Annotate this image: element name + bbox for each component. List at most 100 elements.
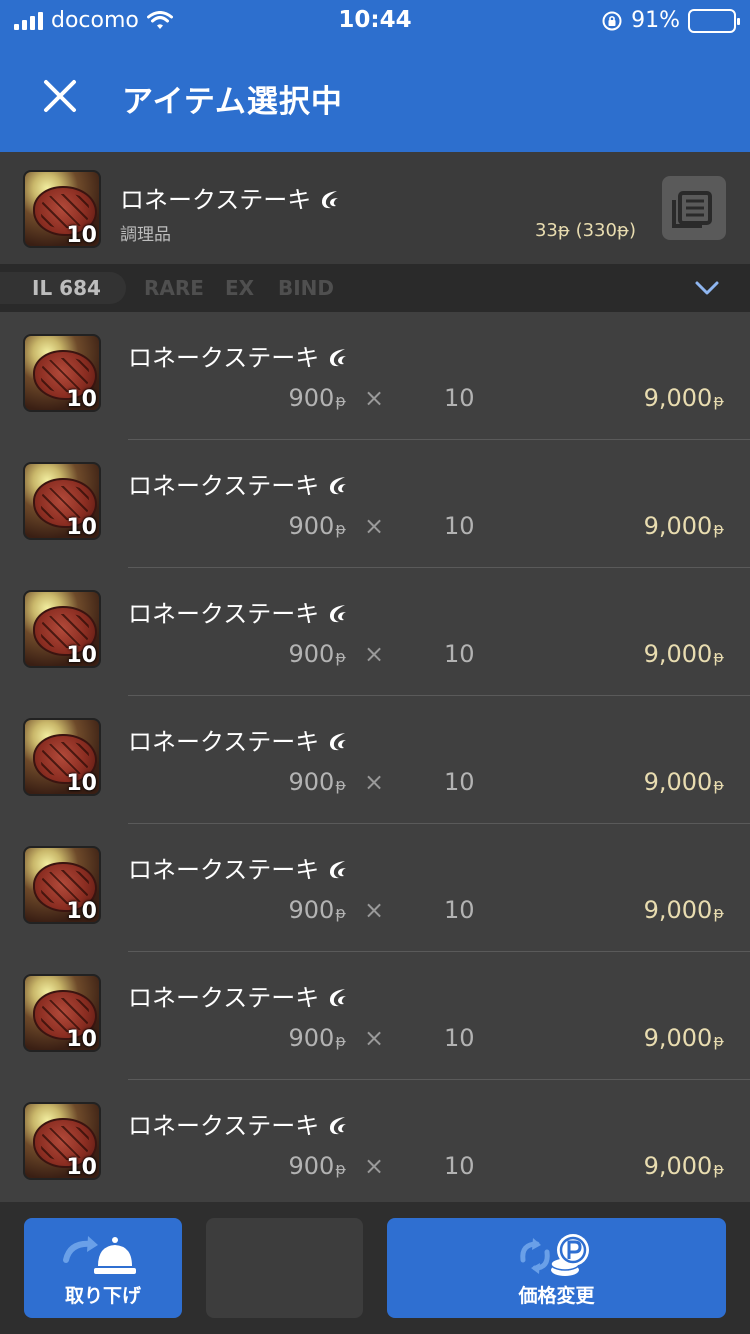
item-thumbnail: 10 bbox=[23, 1102, 101, 1180]
listing-item-name-text: ロネークステーキ bbox=[128, 856, 320, 884]
selected-item-name: ロネークステーキ bbox=[120, 180, 341, 215]
unit-price-value: 900 bbox=[288, 512, 335, 540]
total-price-value: 9,000 bbox=[643, 1024, 713, 1052]
listing-quantity: 10 bbox=[444, 1152, 475, 1180]
total-price-value: 9,000 bbox=[643, 640, 713, 668]
listing-item-name-text: ロネークステーキ bbox=[128, 984, 320, 1012]
hq-icon bbox=[330, 349, 347, 367]
gil-symbol: ᵽ bbox=[335, 647, 346, 666]
unit-price-value: 900 bbox=[288, 640, 335, 668]
selected-item-name-text: ロネークステーキ bbox=[120, 186, 312, 214]
listing-quantity: 10 bbox=[444, 896, 475, 924]
hq-icon bbox=[330, 861, 347, 879]
listing-item-name: ロネークステーキ bbox=[128, 850, 349, 885]
listing-item-name-text: ロネークステーキ bbox=[128, 344, 320, 372]
listing-item-name-text: ロネークステーキ bbox=[128, 472, 320, 500]
listing-item-name: ロネークステーキ bbox=[128, 338, 349, 373]
gil-symbol: ᵽ bbox=[335, 903, 346, 922]
withdraw-button[interactable]: 取り下げ bbox=[24, 1218, 182, 1318]
unit-price: 900ᵽ bbox=[289, 896, 346, 924]
unit-price: 900ᵽ bbox=[289, 1152, 346, 1180]
item-thumbnail: 10 bbox=[23, 590, 101, 668]
listing-list[interactable]: 10 ロネークステーキ 900ᵽ × 10 9,000ᵽ 10 ロネークステーキ 900ᵽ × 10… bbox=[0, 312, 750, 1202]
unit-price-value: 900 bbox=[288, 1152, 335, 1180]
multiply-icon: × bbox=[364, 512, 385, 540]
listing-item-name: ロネークステーキ bbox=[128, 978, 349, 1013]
total-price: 9,000ᵽ bbox=[644, 1024, 724, 1052]
unit-price: 900ᵽ bbox=[289, 384, 346, 412]
item-stack-count: 10 bbox=[66, 223, 97, 248]
item-thumbnail: 10 bbox=[23, 718, 101, 796]
item-thumbnail: 10 bbox=[23, 462, 101, 540]
gil-symbol: ᵽ bbox=[713, 1159, 724, 1178]
gil-symbol: ᵽ bbox=[713, 903, 724, 922]
gil-symbol: ᵽ bbox=[335, 519, 346, 538]
multiply-icon: × bbox=[364, 1024, 385, 1052]
item-stack-count: 10 bbox=[66, 899, 97, 924]
item-attribute-strip: IL 684 RARE EX BIND bbox=[0, 264, 750, 312]
listing-row[interactable]: 10 ロネークステーキ 900ᵽ × 10 9,000ᵽ bbox=[0, 952, 750, 1080]
total-price: 9,000ᵽ bbox=[644, 768, 724, 796]
listing-item-name: ロネークステーキ bbox=[128, 1106, 349, 1141]
app-header: docomo 10:44 91% アイテム選択中 bbox=[0, 0, 750, 152]
hq-icon bbox=[322, 191, 339, 209]
listing-row[interactable]: 10 ロネークステーキ 900ᵽ × 10 9,000ᵽ bbox=[0, 568, 750, 696]
item-thumbnail: 10 bbox=[23, 846, 101, 924]
gil-symbol: ᵽ bbox=[335, 391, 346, 410]
empty-action-slot bbox=[206, 1218, 363, 1318]
item-stack-count: 10 bbox=[66, 515, 97, 540]
multiply-icon: × bbox=[364, 768, 385, 796]
item-stack-count: 10 bbox=[66, 387, 97, 412]
multiply-icon: × bbox=[364, 384, 385, 412]
total-price-value: 9,000 bbox=[643, 384, 713, 412]
hq-icon bbox=[330, 605, 347, 623]
item-thumbnail: 10 bbox=[23, 170, 101, 248]
gil-symbol: ᵽ bbox=[335, 1159, 346, 1178]
unit-price-value: 900 bbox=[288, 1024, 335, 1052]
listing-quantity: 10 bbox=[444, 1024, 475, 1052]
rotation-lock-icon bbox=[602, 11, 622, 30]
gil-symbol: ᵽ bbox=[713, 519, 724, 538]
item-detail-icon bbox=[672, 191, 712, 228]
total-price-value: 9,000 bbox=[643, 512, 713, 540]
total-price: 9,000ᵽ bbox=[644, 512, 724, 540]
item-stack-count: 10 bbox=[66, 643, 97, 668]
listing-item-name-text: ロネークステーキ bbox=[128, 600, 320, 628]
listing-row[interactable]: 10 ロネークステーキ 900ᵽ × 10 9,000ᵽ bbox=[0, 696, 750, 824]
total-price-value: 9,000 bbox=[643, 768, 713, 796]
page-title: アイテム選択中 bbox=[122, 84, 343, 120]
item-level: IL 684 bbox=[32, 276, 101, 300]
battery-percent: 91% bbox=[631, 8, 680, 33]
unit-price-value: 900 bbox=[288, 384, 335, 412]
flag-bind: BIND bbox=[278, 276, 335, 300]
total-price-value: 9,000 bbox=[643, 896, 713, 924]
listing-row[interactable]: 10 ロネークステーキ 900ᵽ × 10 9,000ᵽ bbox=[0, 824, 750, 952]
unit-price: 900ᵽ bbox=[289, 1024, 346, 1052]
total-price: 9,000ᵽ bbox=[644, 896, 724, 924]
total-price: 9,000ᵽ bbox=[644, 640, 724, 668]
gil-symbol: ᵽ bbox=[713, 775, 724, 794]
flag-ex: EX bbox=[225, 276, 255, 300]
listing-row[interactable]: 10 ロネークステーキ 900ᵽ × 10 9,000ᵽ bbox=[0, 312, 750, 440]
unit-price-value: 900 bbox=[288, 896, 335, 924]
item-category: 調理品 bbox=[120, 225, 171, 245]
gil-change-icon bbox=[519, 1234, 589, 1276]
gil-symbol: ᵽ bbox=[713, 1031, 724, 1050]
change-price-button[interactable]: 価格変更 bbox=[387, 1218, 726, 1318]
item-stack-count: 10 bbox=[66, 1155, 97, 1180]
item-thumbnail: 10 bbox=[23, 974, 101, 1052]
total-price-value: 9,000 bbox=[643, 1152, 713, 1180]
close-icon[interactable] bbox=[40, 76, 80, 116]
multiply-icon: × bbox=[364, 1152, 385, 1180]
multiply-icon: × bbox=[364, 640, 385, 668]
listing-row[interactable]: 10 ロネークステーキ 900ᵽ × 10 9,000ᵽ bbox=[0, 440, 750, 568]
chevron-down-icon[interactable] bbox=[694, 278, 720, 298]
action-bar: 取り下げ 価格変更 bbox=[0, 1202, 750, 1334]
hq-icon bbox=[330, 1117, 347, 1135]
item-detail-button[interactable] bbox=[662, 176, 726, 240]
hq-icon bbox=[330, 733, 347, 751]
item-vendor-price: 33ᵽ (330ᵽ) bbox=[534, 220, 636, 241]
listing-row[interactable]: 10 ロネークステーキ 900ᵽ × 10 9,000ᵽ bbox=[0, 1080, 750, 1202]
bell-withdraw-icon bbox=[63, 1236, 136, 1274]
selected-item-panel: 10 ロネークステーキ 調理品 33ᵽ (330ᵽ) bbox=[0, 152, 750, 264]
